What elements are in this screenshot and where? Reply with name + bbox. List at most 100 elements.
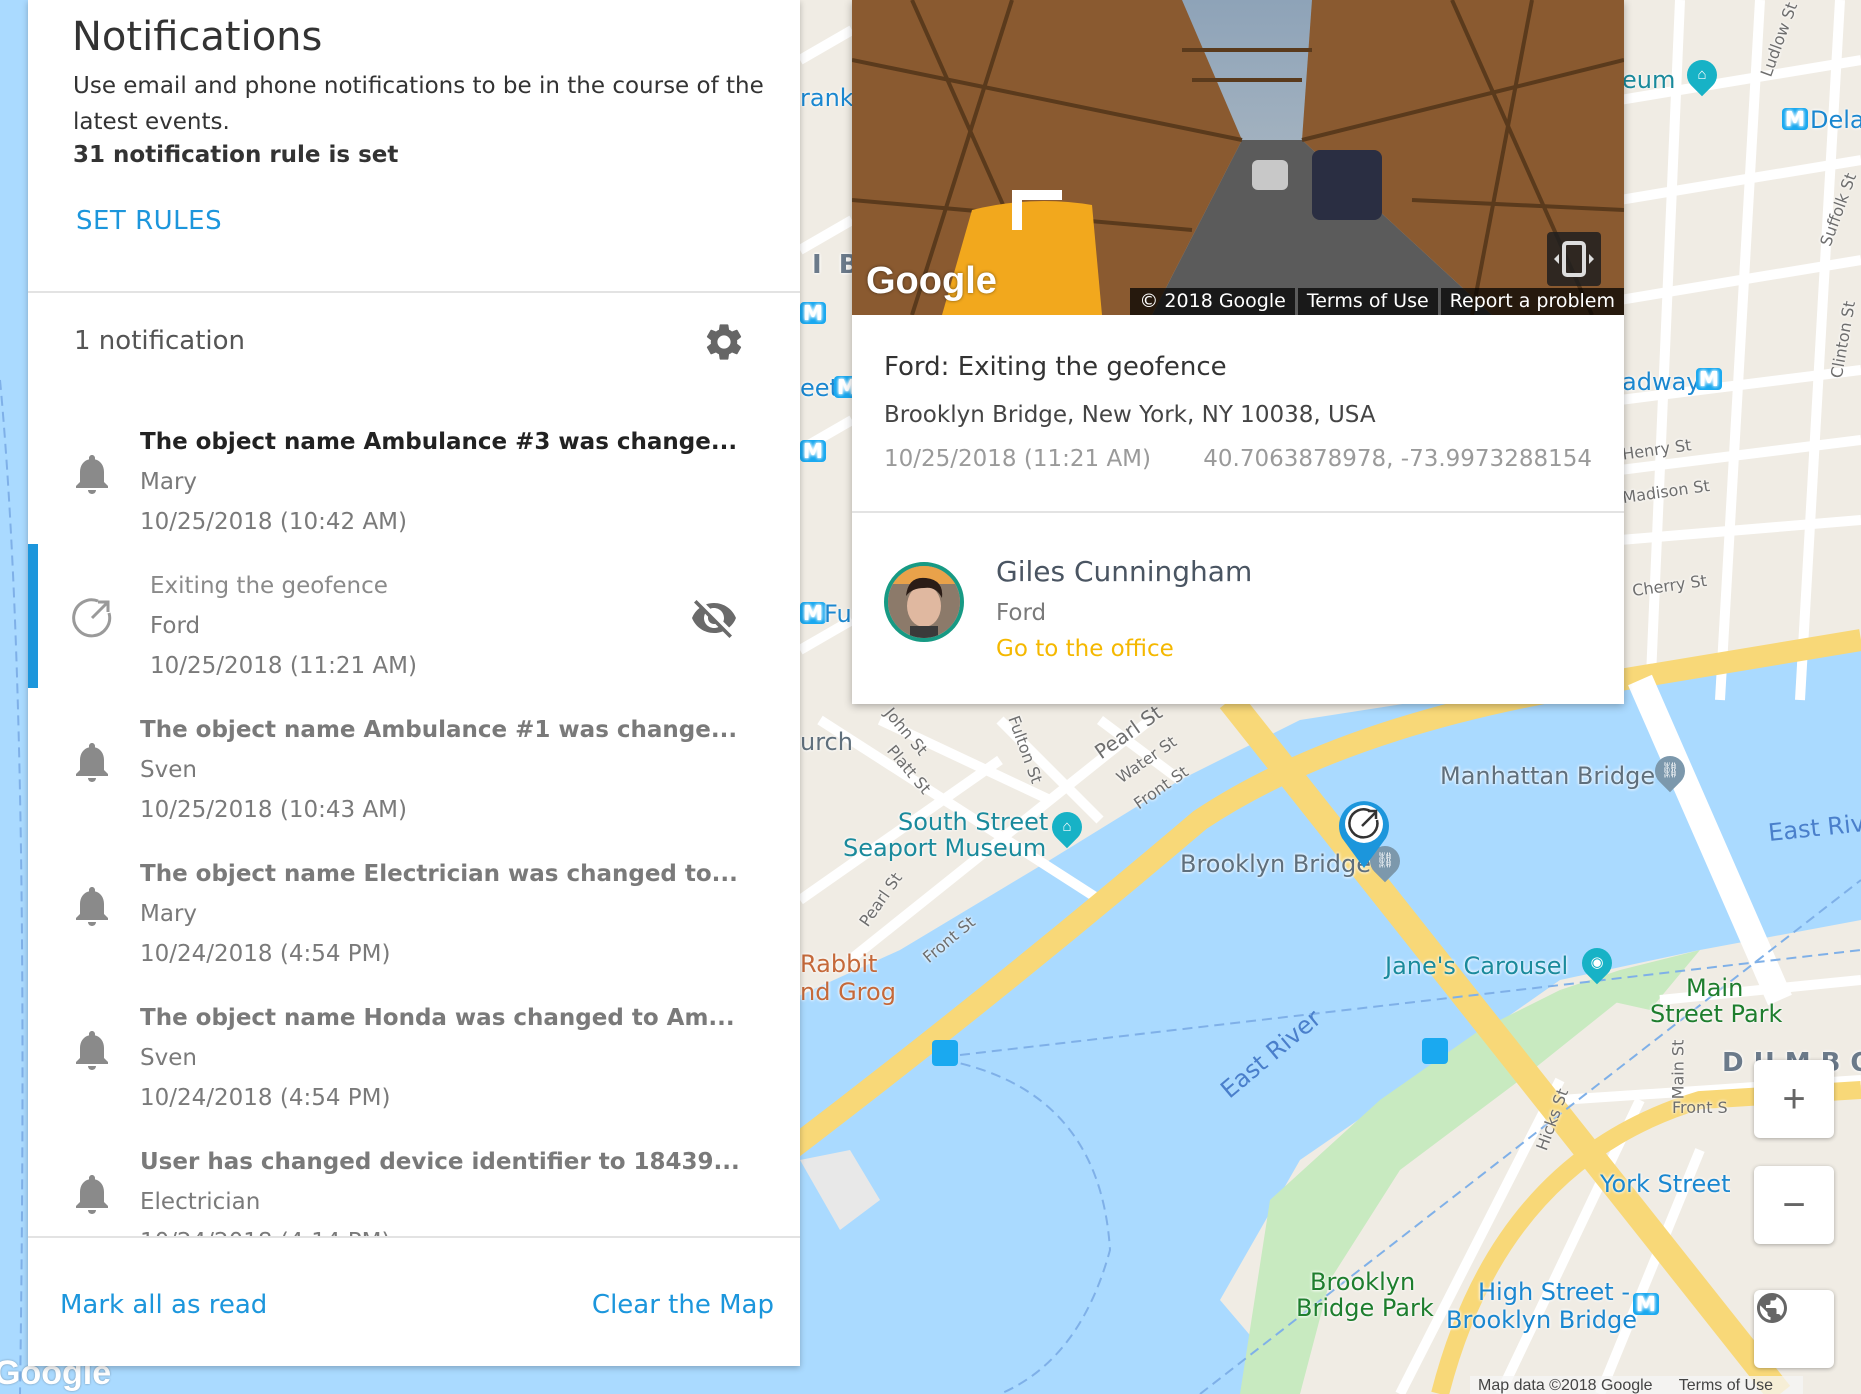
divider <box>852 511 1624 513</box>
label-high-street-2: Brooklyn Bridge <box>1446 1306 1638 1334</box>
person-object: Ford <box>996 600 1047 626</box>
label-manhattan-bridge: Manhattan Bridge <box>1440 762 1656 790</box>
ferry-icon[interactable] <box>1422 1038 1448 1064</box>
notification-item[interactable]: The object name Electrician was changed … <box>28 832 800 976</box>
label-broadway: adway <box>1622 368 1701 396</box>
metro-icon[interactable]: M <box>800 602 826 624</box>
map-data-attribution: Map data ©2018 Google <box>1478 1377 1653 1394</box>
rotate-icon <box>1554 241 1594 277</box>
bell-icon <box>76 1031 108 1070</box>
label-brooklyn-bridge-park-2: Bridge Park <box>1296 1294 1434 1322</box>
metro-icon[interactable]: M <box>800 440 826 462</box>
bridge-poi-icon[interactable]: ⛓ <box>1648 749 1692 793</box>
metro-icon[interactable]: M <box>1633 1293 1659 1315</box>
notification-item[interactable]: User has changed device identifier to 18… <box>28 1120 800 1236</box>
notification-count: 1 notification <box>74 326 246 356</box>
label-main-street-park-2: Street Park <box>1650 1000 1783 1028</box>
terms-link[interactable]: Terms of Use <box>1297 288 1438 315</box>
notification-time: 10/25/2018 (10:42 AM) <box>140 509 407 535</box>
notification-object: Sven <box>140 1045 197 1071</box>
map-attribution: Map data ©2018 Google Terms of Use <box>1470 1376 1803 1394</box>
notification-list[interactable]: The object name Ambulance #3 was change.… <box>28 400 800 1236</box>
notification-title: The object name Electrician was changed … <box>140 861 738 887</box>
gear-icon[interactable] <box>702 320 746 364</box>
label-south-street: South Street <box>898 808 1049 836</box>
label-frank: rank <box>800 84 854 112</box>
ferry-route-left <box>0 379 24 1394</box>
camera-poi-icon[interactable]: ◉ <box>1575 941 1619 985</box>
notifications-panel: Notifications Use email and phone notifi… <box>28 0 800 1366</box>
label-brooklyn-bridge-park: Brooklyn <box>1310 1268 1416 1296</box>
notification-item-selected[interactable]: Exiting the geofence Ford 10/25/2018 (11… <box>28 544 800 688</box>
event-marker[interactable] <box>1334 798 1394 872</box>
map-terms-link[interactable]: Terms of Use <box>1679 1377 1773 1394</box>
bell-icon <box>76 1175 108 1214</box>
notification-title: The object name Honda was changed to Am.… <box>140 1005 735 1031</box>
notification-time: 10/25/2018 (11:21 AM) <box>150 653 417 679</box>
event-time: 10/25/2018 (11:21 AM) <box>884 446 1151 472</box>
metro-icon[interactable]: M <box>1782 108 1808 130</box>
notification-time: 10/24/2018 (4:54 PM) <box>140 941 391 967</box>
event-title: Ford: Exiting the geofence <box>884 352 1227 382</box>
globe-button[interactable] <box>1754 1290 1834 1368</box>
notification-object: Mary <box>140 901 198 927</box>
panel-header: Notifications Use email and phone notifi… <box>28 0 800 293</box>
hide-eye-icon[interactable] <box>690 594 738 642</box>
museum-poi-icon[interactable]: ⌂ <box>1045 805 1089 849</box>
ferry-icon[interactable] <box>932 1040 958 1066</box>
label-rabbit: Rabbit <box>800 950 878 978</box>
label-museum: eum <box>1622 66 1676 94</box>
label-delancey: Dela <box>1810 106 1861 134</box>
bell-icon <box>76 743 108 782</box>
mark-all-read-button[interactable]: Mark all as read <box>60 1290 267 1320</box>
zoom-out-button[interactable]: − <box>1754 1166 1834 1244</box>
pier <box>800 1150 880 1230</box>
label-main-st: Main St <box>1668 1039 1688 1100</box>
notification-title: Exiting the geofence <box>150 573 388 599</box>
label-front-st-3: Front S <box>1672 1098 1728 1117</box>
google-logo: Google <box>866 260 997 302</box>
notification-object: Mary <box>140 469 198 495</box>
ferry-route <box>944 1059 1112 1394</box>
rule-count: 31 notification rule is set <box>73 142 399 168</box>
notification-time: 10/24/2018 (4:54 PM) <box>140 1085 391 1111</box>
notification-item[interactable]: The object name Ambulance #1 was change.… <box>28 688 800 832</box>
notification-title: User has changed device identifier to 18… <box>140 1149 740 1175</box>
notification-time: 10/25/2018 (10:43 AM) <box>140 797 407 823</box>
label-york-street: York Street <box>1600 1170 1731 1198</box>
street-view[interactable]: Google © 2018 Google Terms of Use Report… <box>852 0 1624 315</box>
page-title: Notifications <box>72 14 323 60</box>
notification-item[interactable]: The object name Ambulance #3 was change.… <box>28 400 800 544</box>
museum-poi-icon[interactable]: ⌂ <box>1680 53 1724 97</box>
panel-description: Use email and phone notifications to be … <box>73 73 764 135</box>
bell-icon <box>76 455 108 494</box>
copyright-text: © 2018 Google <box>1130 288 1295 315</box>
person-name: Giles Cunningham <box>996 555 1253 588</box>
label-church: urch <box>800 728 853 756</box>
street-view-attribution: © 2018 Google Terms of Use Report a prob… <box>1127 288 1624 315</box>
label-grog: nd Grog <box>800 978 896 1006</box>
notification-object: Ford <box>150 613 201 639</box>
person-task-link[interactable]: Go to the office <box>996 636 1174 662</box>
clear-map-button[interactable]: Clear the Map <box>592 1290 774 1320</box>
rotate-view-button[interactable] <box>1547 232 1601 286</box>
notification-object: Electrician <box>140 1189 261 1215</box>
metro-icon[interactable]: M <box>800 302 826 324</box>
panel-footer: Mark all as read Clear the Map <box>28 1236 800 1366</box>
label-high-street: High Street - <box>1478 1278 1631 1306</box>
label-seaport-museum: Seaport Museum <box>843 834 1047 862</box>
notification-item[interactable]: The object name Honda was changed to Am.… <box>28 976 800 1120</box>
person-photo <box>888 566 960 638</box>
bell-icon <box>76 887 108 926</box>
avatar <box>884 562 964 642</box>
event-address: Brooklyn Bridge, New York, NY 10038, USA <box>884 402 1376 428</box>
notification-time: 10/24/2018 (4:14 PM) <box>140 1222 740 1236</box>
set-rules-button[interactable]: SET RULES <box>76 206 222 236</box>
metro-icon[interactable]: M <box>1696 368 1722 390</box>
event-coordinates: 40.7063878978, -73.9973288154 <box>1203 446 1592 472</box>
zoom-in-button[interactable]: + <box>1754 1060 1834 1138</box>
notification-object: Sven <box>140 757 197 783</box>
globe-icon <box>1757 1293 1787 1323</box>
report-problem-link[interactable]: Report a problem <box>1440 288 1624 315</box>
label-janes-carousel: Jane's Carousel <box>1385 952 1569 980</box>
